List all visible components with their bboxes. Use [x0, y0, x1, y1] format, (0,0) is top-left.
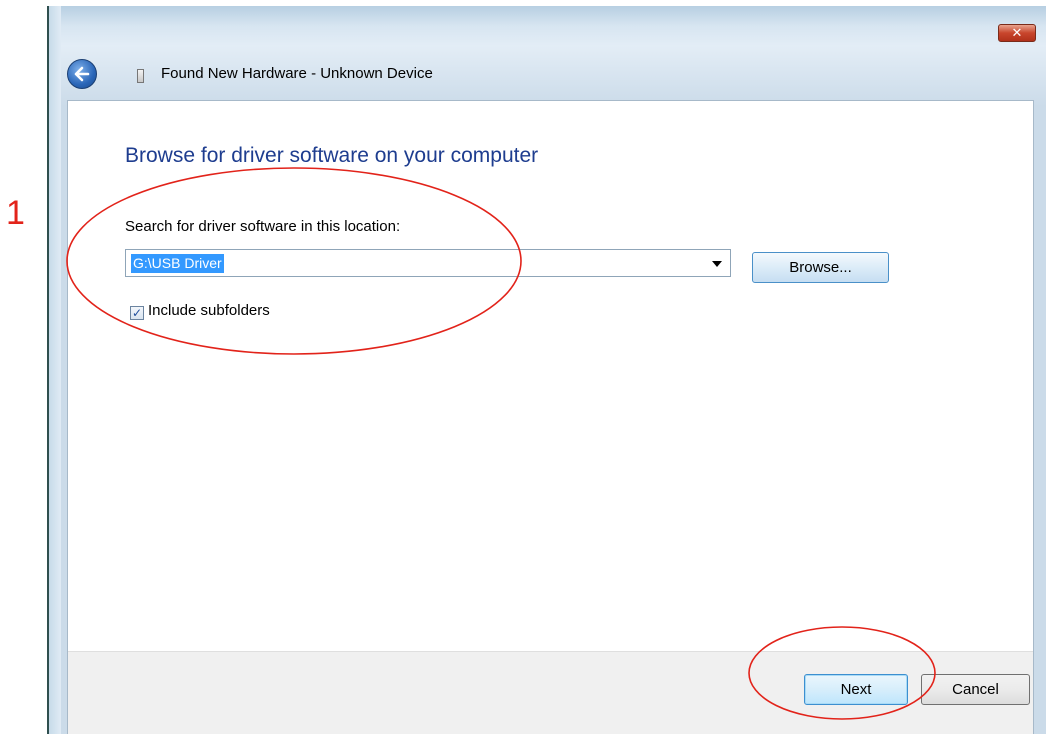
cancel-button[interactable]: Cancel — [921, 674, 1030, 705]
usb-device-icon — [137, 69, 144, 83]
include-subfolders-checkbox[interactable]: ✓ — [130, 306, 144, 320]
dropdown-arrow-icon[interactable] — [712, 261, 722, 267]
checkmark-icon: ✓ — [131, 306, 143, 320]
back-button[interactable] — [67, 59, 97, 89]
page-heading: Browse for driver software on your compu… — [125, 144, 539, 167]
search-location-label: Search for driver software in this locat… — [125, 218, 401, 235]
back-arrow-icon — [74, 66, 90, 82]
annotation-number-1: 1 — [6, 194, 25, 232]
next-button[interactable]: Next — [804, 674, 908, 705]
location-combobox[interactable]: G:\USB Driver — [125, 249, 731, 277]
location-input-value[interactable]: G:\USB Driver — [131, 254, 224, 273]
wizard-dialog: ✕ Found New Hardware - Unknown Device Br… — [47, 6, 1046, 734]
browse-button[interactable]: Browse... — [752, 252, 889, 283]
title-bar-area: Found New Hardware - Unknown Device — [67, 50, 1034, 100]
button-bar: Next Cancel — [68, 651, 1033, 734]
close-button[interactable]: ✕ — [998, 24, 1036, 42]
window-title: Found New Hardware - Unknown Device — [161, 65, 433, 82]
close-icon: ✕ — [1011, 26, 1023, 41]
content-panel: Browse for driver software on your compu… — [67, 100, 1034, 734]
include-subfolders-label[interactable]: Include subfolders — [148, 302, 270, 319]
